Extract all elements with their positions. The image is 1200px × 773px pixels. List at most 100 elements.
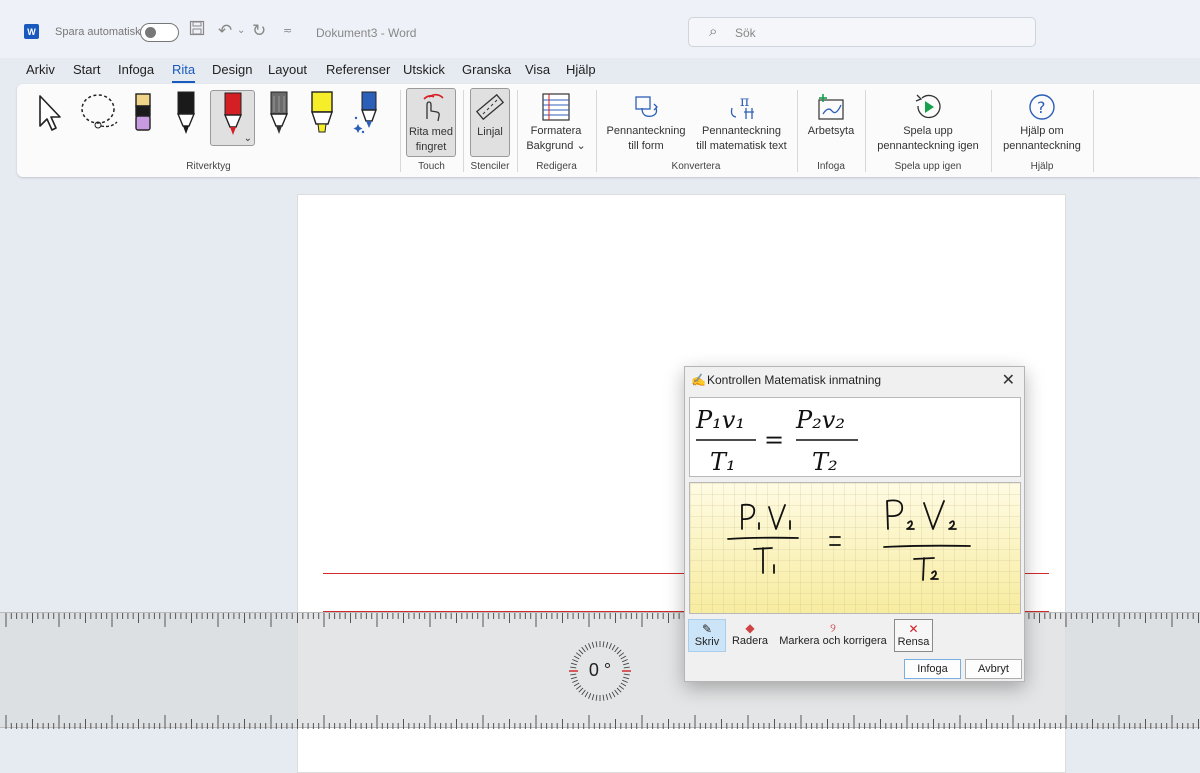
svg-text:π: π	[740, 94, 749, 110]
ribbon-separator	[1093, 90, 1094, 172]
ribbon-separator	[596, 90, 597, 172]
red-pen-button[interactable]: ⌄	[210, 90, 255, 146]
format-background-button[interactable]: Formatera Bakgrund ⌄	[522, 88, 590, 154]
group-label-konvertera: Konvertera	[671, 161, 721, 172]
search-box[interactable]: ⌕ Sök	[688, 17, 1036, 47]
word-logo-icon: W	[24, 24, 39, 39]
ruler-button[interactable]: Linjal	[470, 88, 510, 157]
tab-granska[interactable]: Granska	[462, 62, 511, 77]
replay-icon	[915, 94, 941, 119]
group-label-spela-upp-igen: Spela upp igen	[894, 161, 962, 172]
undo-icon[interactable]: ↶	[218, 20, 232, 42]
eq-rhs-numerator: P₂v₂	[795, 406, 845, 434]
format-background-label-1: Formatera	[530, 125, 582, 137]
ink-to-math-button[interactable]: π Pennanteckning till matematisk text	[690, 88, 793, 154]
erase-tool[interactable]: ◆ Radera	[729, 619, 771, 652]
black-pen-icon[interactable]	[172, 90, 200, 136]
yellow-highlighter-icon[interactable]	[308, 90, 336, 136]
group-label-hjalp: Hjälp	[1030, 161, 1054, 172]
select-correct-tool-label: Markera och korrigera	[779, 635, 887, 647]
lined-paper-icon	[542, 93, 570, 121]
close-icon[interactable]: ✕	[1002, 370, 1015, 390]
draw-with-finger-label-2: fingret	[415, 141, 447, 153]
tab-utskick[interactable]: Utskick	[403, 62, 445, 77]
select-arrow-icon[interactable]	[36, 92, 64, 138]
redo-icon[interactable]: ↻	[252, 20, 266, 42]
eraser-icon: ◆	[745, 621, 755, 635]
pen-options-chevron-icon[interactable]: ⌄	[244, 131, 252, 146]
ribbon-separator	[991, 90, 992, 172]
select-correct-tool[interactable]: ୨ Markera och korrigera	[775, 619, 891, 652]
format-background-label-2: Bakgrund ⌄	[526, 140, 586, 152]
ribbon-separator	[400, 90, 401, 172]
clear-tool[interactable]: ✕ Rensa	[894, 619, 933, 652]
write-tool-label: Skriv	[694, 636, 720, 648]
ink-help-label-1: Hjälp om	[1020, 125, 1064, 137]
galaxy-pen-icon[interactable]	[353, 90, 381, 136]
ink-help-button[interactable]: ? Hjälp om pennanteckning	[997, 88, 1087, 154]
tab-arkiv[interactable]: Arkiv	[26, 62, 55, 77]
pen-write-icon: ✎	[701, 622, 713, 636]
math-preview: P₁v₁ T₁ = P₂v₂ T₂	[689, 397, 1021, 477]
clear-x-icon: ✕	[908, 622, 919, 636]
erase-tool-label: Radera	[731, 635, 769, 647]
tab-start[interactable]: Start	[73, 62, 100, 77]
group-label-ritverktyg: Ritverktyg	[186, 161, 231, 172]
handwriting-pad[interactable]	[689, 482, 1021, 614]
title-bar: W Spara automatiskt ↶ ⌄ ↻ ≂ Dokument3 - …	[0, 0, 1200, 58]
eq-rhs-denominator: T₂	[812, 448, 838, 476]
ink-to-shape-label-1: Pennanteckning	[606, 125, 686, 137]
ribbon-separator	[797, 90, 798, 172]
eq-lhs-numerator: P₁v₁	[695, 406, 745, 434]
insert-button[interactable]: Infoga	[904, 659, 961, 679]
menu-tabs: Arkiv Start Infoga Rita Design Layout Re…	[0, 58, 1200, 84]
draw-with-finger-label-1: Rita med	[408, 126, 454, 138]
tab-rita[interactable]: Rita	[172, 62, 196, 83]
ruler-angle-readout: 0 °	[588, 660, 612, 680]
drawing-canvas-icon	[818, 94, 844, 120]
ink-replay-label-2: pennanteckning igen	[877, 140, 979, 152]
eraser-icon[interactable]	[129, 90, 157, 136]
pencil-icon[interactable]	[265, 90, 293, 136]
tab-layout[interactable]: Layout	[268, 62, 307, 77]
math-pen-icon: ✍	[691, 373, 706, 387]
ink-to-shape-button[interactable]: Pennanteckning till form	[602, 88, 690, 154]
drawing-canvas-button[interactable]: Arbetsyta	[803, 88, 859, 139]
search-icon: ⌕	[709, 23, 718, 40]
autosave-toggle[interactable]	[140, 23, 179, 42]
ink-to-math-label-2: till matematisk text	[696, 140, 787, 152]
group-label-stenciler: Stenciler	[470, 161, 510, 172]
tab-infoga[interactable]: Infoga	[118, 62, 154, 77]
red-pen-icon	[223, 92, 242, 135]
draw-with-finger-button[interactable]: Rita med fingret	[406, 88, 456, 157]
save-icon[interactable]	[189, 20, 205, 42]
tab-design[interactable]: Design	[212, 62, 252, 77]
finger-touch-icon	[423, 93, 444, 122]
ribbon-separator	[517, 90, 518, 172]
clear-tool-label: Rensa	[897, 636, 930, 648]
eq-lhs-denominator: T₁	[710, 448, 736, 476]
tab-hjalp[interactable]: Hjälp	[566, 62, 596, 77]
math-input-dialog: ✍ Kontrollen Matematisk inmatning ✕ P₁v₁…	[684, 366, 1025, 682]
customize-quick-access-icon[interactable]: ≂	[283, 20, 292, 42]
ink-to-shape-icon	[635, 96, 658, 117]
tab-referenser[interactable]: Referenser	[326, 62, 390, 77]
group-label-infoga: Infoga	[817, 161, 845, 172]
ink-to-math-icon: π	[730, 94, 754, 119]
dialog-title: Kontrollen Matematisk inmatning	[707, 373, 882, 387]
autosave-label: Spara automatiskt	[55, 26, 144, 38]
undo-dropdown-icon[interactable]: ⌄	[237, 20, 245, 42]
write-tool[interactable]: ✎ Skriv	[688, 619, 726, 652]
svg-text:?: ?	[1037, 98, 1046, 117]
lasso-correct-icon: ୨	[830, 621, 836, 635]
handwritten-ink	[727, 499, 971, 581]
lasso-select-icon[interactable]	[77, 92, 121, 138]
ink-replay-button[interactable]: Spela upp pennanteckning igen	[871, 88, 985, 154]
ribbon: ⌄ Ritverktyg Rita med fingret Touch Linj…	[17, 84, 1200, 177]
group-label-redigera: Redigera	[536, 161, 577, 172]
search-placeholder: Sök	[735, 26, 756, 40]
cancel-button[interactable]: Avbryt	[965, 659, 1022, 679]
eq-equals: =	[764, 426, 784, 454]
tab-visa[interactable]: Visa	[525, 62, 550, 77]
document-title: Dokument3 - Word	[316, 26, 417, 40]
